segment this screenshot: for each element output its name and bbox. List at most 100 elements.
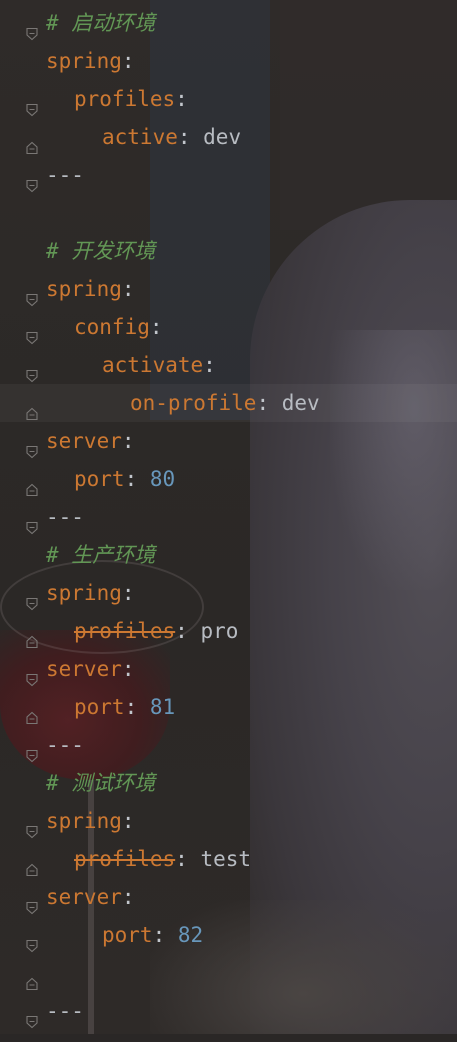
- fold-open-icon[interactable]: [24, 814, 40, 839]
- code-line[interactable]: spring:: [0, 42, 457, 80]
- yaml-number: 82: [177, 923, 204, 947]
- yaml-key: port: [74, 467, 125, 491]
- code-text: ---: [46, 498, 84, 536]
- fold-open-icon[interactable]: [24, 662, 40, 687]
- code-line[interactable]: [0, 194, 457, 232]
- yaml-key: profiles: [74, 847, 176, 871]
- yaml-colon: :: [121, 809, 135, 833]
- code-text: profiles:: [74, 80, 188, 118]
- code-line[interactable]: activate:: [0, 346, 457, 384]
- code-text: port: 80: [74, 460, 175, 498]
- code-line[interactable]: ---: [0, 726, 457, 764]
- code-line[interactable]: profiles:: [0, 80, 457, 118]
- yaml-key: server: [46, 429, 122, 453]
- code-line[interactable]: spring:: [0, 802, 457, 840]
- fold-open-icon[interactable]: [24, 358, 40, 383]
- code-text: # 生产环境: [46, 536, 155, 574]
- fold-close-icon[interactable]: [24, 624, 40, 649]
- code-line[interactable]: server:: [0, 650, 457, 688]
- yaml-colon: :: [175, 619, 201, 643]
- yaml-colon: :: [124, 695, 150, 719]
- code-text: port: 82: [102, 916, 203, 954]
- code-text: profiles: pro: [74, 612, 238, 650]
- yaml-colon: :: [203, 353, 216, 377]
- yaml-key: profiles: [74, 87, 176, 111]
- fold-open-icon[interactable]: [24, 434, 40, 459]
- yaml-key: spring: [46, 581, 122, 605]
- yaml-key: spring: [46, 809, 122, 833]
- code-text: # 启动环境: [46, 4, 155, 42]
- code-line[interactable]: server:: [0, 878, 457, 916]
- code-line[interactable]: ---: [0, 498, 457, 536]
- code-text: # 测试环境: [46, 764, 155, 802]
- yaml-colon: :: [121, 49, 135, 73]
- code-line[interactable]: profiles: pro: [0, 612, 457, 650]
- code-text: # 开发环境: [46, 232, 155, 270]
- code-text: ---: [46, 726, 84, 764]
- yaml-colon: :: [152, 923, 178, 947]
- yaml-colon: :: [175, 87, 188, 111]
- yaml-number: 80: [149, 467, 176, 491]
- code-line[interactable]: spring:: [0, 270, 457, 308]
- code-text: spring:: [46, 802, 135, 840]
- yaml-key: port: [102, 923, 153, 947]
- code-text: ---: [46, 992, 84, 1030]
- code-line[interactable]: port: 81: [0, 688, 457, 726]
- code-line[interactable]: port: 82: [0, 916, 457, 954]
- fold-open-icon[interactable]: [24, 510, 40, 535]
- fold-close-icon[interactable]: [24, 472, 40, 497]
- yaml-colon: :: [149, 315, 163, 339]
- code-line[interactable]: # 启动环境: [0, 4, 457, 42]
- fold-close-icon[interactable]: [24, 396, 40, 421]
- fold-open-icon[interactable]: [24, 738, 40, 763]
- fold-open-icon[interactable]: [24, 16, 40, 41]
- fold-open-icon[interactable]: [24, 890, 40, 915]
- fold-open-icon[interactable]: [24, 92, 40, 117]
- fold-open-icon[interactable]: [24, 928, 40, 953]
- yaml-value: test: [200, 847, 252, 871]
- yaml-value: dev: [203, 125, 242, 149]
- code-line[interactable]: # 开发环境: [0, 232, 457, 270]
- yaml-key: activate: [102, 353, 204, 377]
- fold-close-icon[interactable]: [24, 130, 40, 155]
- yaml-value: dev: [281, 391, 320, 415]
- fold-open-icon[interactable]: [24, 168, 40, 193]
- code-text: active: dev: [102, 118, 241, 156]
- fold-open-icon[interactable]: [24, 1004, 40, 1029]
- yaml-comment: # 生产环境: [46, 543, 156, 567]
- code-text: spring:: [46, 270, 135, 308]
- yaml-key: server: [46, 657, 122, 681]
- code-line[interactable]: # 生产环境: [0, 536, 457, 574]
- yaml-key: config: [74, 315, 150, 339]
- code-text: server:: [46, 878, 135, 916]
- code-line[interactable]: # 测试环境: [0, 764, 457, 802]
- yaml-number: 81: [149, 695, 176, 719]
- fold-close-icon[interactable]: [24, 852, 40, 877]
- code-editor[interactable]: # 启动环境 spring: profiles: active: dev --- # 开发…: [0, 0, 457, 1034]
- fold-open-icon[interactable]: [24, 586, 40, 611]
- code-line[interactable]: ---: [0, 156, 457, 194]
- yaml-key: spring: [46, 49, 122, 73]
- code-text: server:: [46, 422, 135, 460]
- code-line[interactable]: ---: [0, 992, 457, 1030]
- fold-open-icon[interactable]: [24, 320, 40, 345]
- yaml-key: active: [102, 125, 178, 149]
- yaml-colon: :: [177, 125, 204, 149]
- code-line[interactable]: active: dev: [0, 118, 457, 156]
- fold-open-icon[interactable]: [24, 282, 40, 307]
- code-line[interactable]: config:: [0, 308, 457, 346]
- code-text: port: 81: [74, 688, 175, 726]
- fold-close-icon[interactable]: [24, 700, 40, 725]
- yaml-colon: :: [121, 277, 135, 301]
- yaml-value: pro: [200, 619, 239, 643]
- fold-close-icon[interactable]: [24, 966, 40, 991]
- yaml-colon: :: [121, 885, 135, 909]
- code-line[interactable]: on-profile: dev: [0, 384, 457, 422]
- yaml-comment: # 测试环境: [46, 771, 156, 795]
- code-line[interactable]: server:: [0, 422, 457, 460]
- code-line[interactable]: profiles: test: [0, 840, 457, 878]
- code-line[interactable]: port: 80: [0, 460, 457, 498]
- code-line[interactable]: spring:: [0, 574, 457, 612]
- code-line[interactable]: [0, 954, 457, 992]
- yaml-key: profiles: [74, 619, 176, 643]
